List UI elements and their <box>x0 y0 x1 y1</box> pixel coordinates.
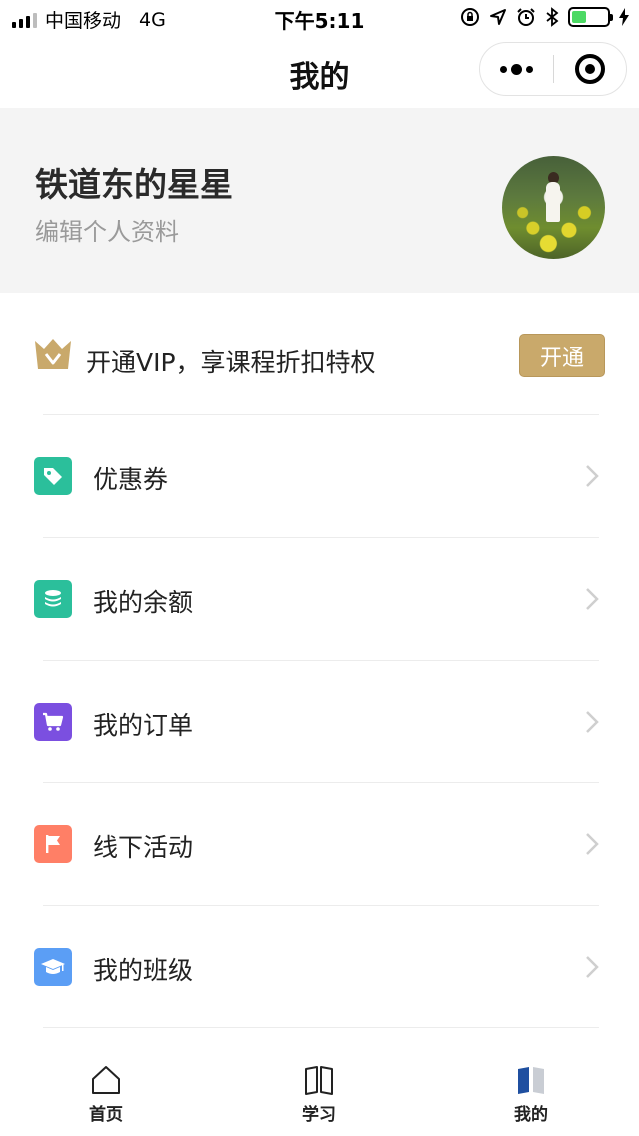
more-dot-icon <box>526 65 533 73</box>
close-mini-program-button[interactable] <box>554 43 626 95</box>
bluetooth-icon <box>546 7 559 27</box>
chevron-right-icon <box>586 465 599 487</box>
menu-item-label: 我的班级 <box>93 956 194 985</box>
book-icon <box>305 1066 333 1095</box>
menu-item-offline-events[interactable]: 线下活动 <box>0 783 639 905</box>
chevron-right-icon <box>586 833 599 855</box>
tab-mine[interactable]: 我的 <box>486 1064 576 1125</box>
menu-item-my-class[interactable]: 我的班级 <box>0 906 639 1028</box>
edit-profile-link[interactable]: 编辑个人资料 <box>35 212 179 247</box>
profile-book-icon <box>518 1067 544 1094</box>
more-dot-icon <box>511 63 522 75</box>
menu-item-label: 线下活动 <box>93 833 194 862</box>
menu-item-label: 优惠券 <box>93 465 169 494</box>
tab-label: 我的 <box>514 1105 548 1125</box>
location-icon <box>490 9 506 25</box>
shopping-cart-icon <box>34 703 72 741</box>
menu-item-coupons[interactable]: 优惠券 <box>0 415 639 537</box>
navigation-bar: 我的 <box>0 36 639 108</box>
chevron-right-icon <box>586 711 599 733</box>
graduation-cap-icon <box>34 948 72 986</box>
menu-item-orders[interactable]: 我的订单 <box>0 661 639 783</box>
chevron-right-icon <box>586 588 599 610</box>
user-name: 铁道东的星星 <box>35 165 233 204</box>
divider <box>43 1027 599 1028</box>
status-bar: 中国移动 4G 下午5:11 <box>0 0 639 36</box>
tab-label: 首页 <box>89 1105 123 1125</box>
target-close-icon <box>575 54 605 84</box>
rotation-lock-icon <box>461 8 479 26</box>
home-icon <box>92 1066 120 1094</box>
vip-promo-text: 开通VIP，享课程折扣特权 <box>86 348 376 377</box>
mini-program-capsule <box>479 42 627 96</box>
profile-card[interactable]: 铁道东的星星 编辑个人资料 <box>0 108 639 293</box>
alarm-icon <box>517 8 535 26</box>
flag-icon <box>34 825 72 863</box>
tab-bar: 首页 学习 我的 <box>0 1050 639 1136</box>
charging-icon <box>619 8 629 26</box>
tab-home[interactable]: 首页 <box>61 1064 151 1125</box>
status-right <box>460 7 629 27</box>
crown-icon <box>35 339 71 369</box>
chevron-right-icon <box>586 956 599 978</box>
battery-icon <box>568 7 613 27</box>
tab-study[interactable]: 学习 <box>274 1064 364 1125</box>
avatar[interactable] <box>502 156 605 259</box>
more-dot-icon <box>500 65 507 73</box>
tab-label: 学习 <box>302 1105 336 1125</box>
menu-item-balance[interactable]: 我的余额 <box>0 538 639 660</box>
activate-vip-button[interactable]: 开通 <box>519 334 605 377</box>
vip-banner: 开通VIP，享课程折扣特权 开通 <box>0 293 639 414</box>
tag-icon <box>34 457 72 495</box>
menu-item-label: 我的余额 <box>93 588 194 617</box>
more-options-button[interactable] <box>480 43 553 95</box>
menu-item-label: 我的订单 <box>93 711 194 740</box>
database-coins-icon <box>34 580 72 618</box>
